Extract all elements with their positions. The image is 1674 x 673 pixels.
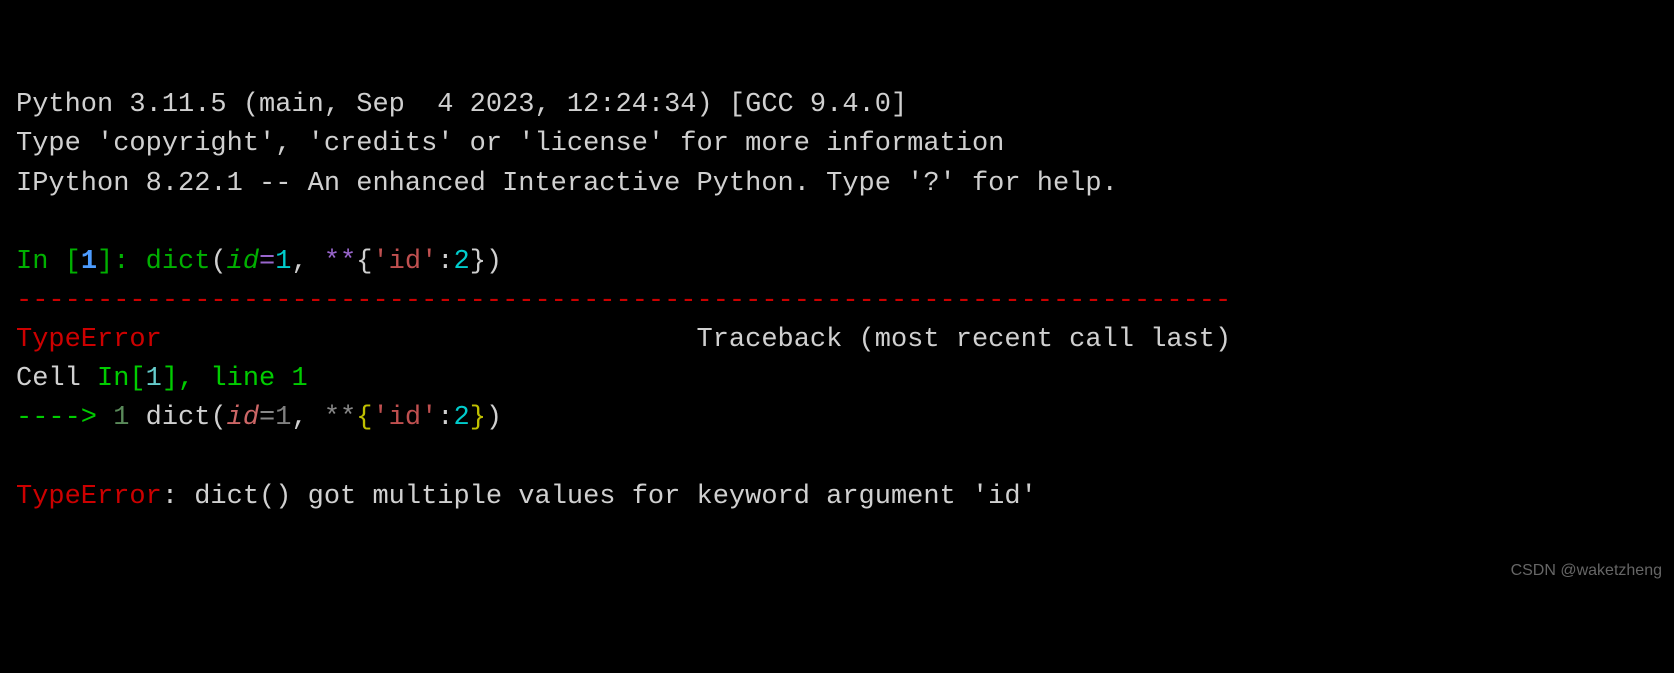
arrow-icon: ---->	[16, 403, 113, 433]
error-name: TypeError	[16, 325, 162, 355]
tb-key: id	[389, 403, 421, 433]
final-error-name: TypeError	[16, 482, 162, 512]
prompt-prefix: In [	[16, 247, 81, 277]
separator-line: ----------------------------------------…	[16, 286, 1231, 316]
equals-op: =	[259, 247, 275, 277]
watermark: CSDN @waketzheng	[1511, 559, 1662, 582]
cell-line: , line 1	[178, 364, 308, 394]
cell-num: 1	[146, 364, 162, 394]
double-star-op: **	[324, 247, 356, 277]
str-quote-close: '	[421, 247, 437, 277]
tb-func: dict	[146, 403, 211, 433]
tb-q1: '	[372, 403, 388, 433]
tb-lineno: 1	[113, 403, 129, 433]
tb-close-curly: }	[470, 403, 486, 433]
input-prompt[interactable]: In [1]: dict(id=1, **{'id':2})	[16, 247, 502, 277]
close-paren: )	[486, 247, 502, 277]
func-call: dict	[146, 247, 211, 277]
tb-open-paren: (	[210, 403, 226, 433]
num-literal-2: 2	[453, 247, 469, 277]
str-key: id	[389, 247, 421, 277]
prompt-number: 1	[81, 247, 97, 277]
terminal-output: Python 3.11.5 (main, Sep 4 2023, 12:24:3…	[16, 86, 1658, 517]
tb-kwarg: id	[227, 403, 259, 433]
banner-line-3: IPython 8.22.1 -- An enhanced Interactiv…	[16, 169, 1118, 199]
tb-comma: ,	[291, 403, 323, 433]
tb-colon: :	[437, 403, 453, 433]
comma: ,	[291, 247, 323, 277]
banner-line-2: Type 'copyright', 'credits' or 'license'…	[16, 129, 1004, 159]
cell-close: ]	[162, 364, 178, 394]
tb-open-curly: {	[356, 403, 372, 433]
traceback-label: Traceback (most recent call last)	[697, 325, 1232, 355]
close-curly: }	[470, 247, 486, 277]
final-error-msg: : dict() got multiple values for keyword…	[162, 482, 1037, 512]
kwarg-name: id	[227, 247, 259, 277]
tb-stars: **	[324, 403, 356, 433]
open-curly: {	[356, 247, 372, 277]
tb-val1: 1	[275, 403, 291, 433]
tb-val2: 2	[453, 403, 469, 433]
num-literal-1: 1	[275, 247, 291, 277]
banner-line-1: Python 3.11.5 (main, Sep 4 2023, 12:24:3…	[16, 90, 907, 120]
tb-eq: =	[259, 403, 275, 433]
prompt-suffix: ]:	[97, 247, 146, 277]
tb-q2: '	[421, 403, 437, 433]
cell-in: In[	[97, 364, 146, 394]
tb-close-paren: )	[486, 403, 502, 433]
dict-colon: :	[437, 247, 453, 277]
str-quote-open: '	[372, 247, 388, 277]
cell-prefix: Cell	[16, 364, 97, 394]
tb-space	[129, 403, 145, 433]
open-paren: (	[210, 247, 226, 277]
